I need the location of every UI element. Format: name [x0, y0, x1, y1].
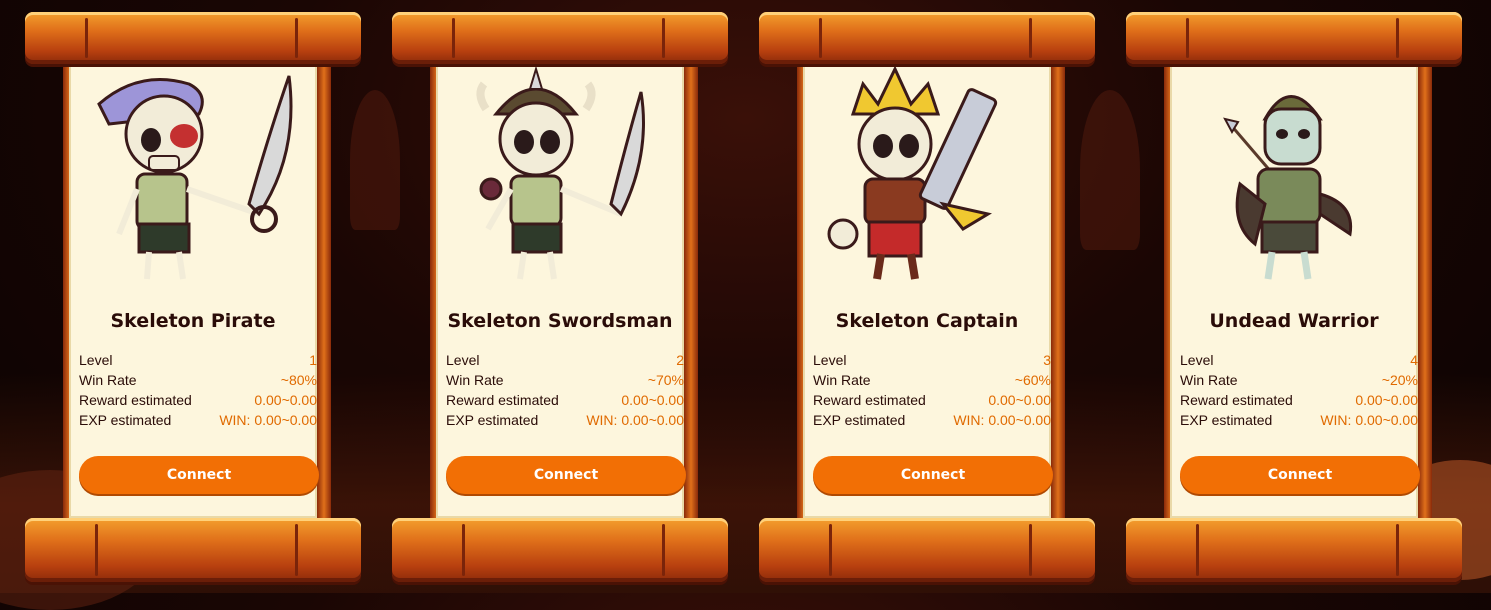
character-stats: Level 4 Win Rate ~20% Reward estimated 0.00… [1180, 350, 1418, 430]
stat-row-level: Level 3 [813, 350, 1051, 370]
scroll-pillar [1418, 60, 1432, 520]
stat-row-reward: Reward estimated 0.00~0.00 [813, 390, 1051, 410]
stat-value: ~60% [1014, 372, 1051, 388]
stat-label: Win Rate [446, 372, 504, 388]
character-name: Skeleton Pirate [110, 310, 276, 332]
scroll-top-roll [1126, 12, 1462, 64]
scroll-bottom-roll [759, 518, 1095, 582]
scroll-bottom-roll [25, 518, 361, 582]
stat-row-level: Level 2 [446, 350, 684, 370]
character-card-undead-warrior: Undead Warrior Level 4 Win Rate ~20% Rewar… [1126, 12, 1462, 584]
stat-row-exp: EXP estimated WIN: 0.00~0.00 [79, 410, 317, 430]
scroll-pillar [317, 60, 331, 520]
undead-warrior-icon [1223, 95, 1353, 280]
stat-row-reward: Reward estimated 0.00~0.00 [79, 390, 317, 410]
stat-value: 0.00~0.00 [254, 392, 317, 408]
character-name: Skeleton Swordsman [447, 310, 673, 332]
stat-row-reward: Reward estimated 0.00~0.00 [446, 390, 684, 410]
parchment-panel: Undead Warrior Level 4 Win Rate ~20% Rewar… [1170, 64, 1420, 518]
stat-value: WIN: 0.00~0.00 [953, 412, 1051, 428]
skeleton-captain-icon [827, 65, 998, 280]
stat-value: WIN: 0.00~0.00 [586, 412, 684, 428]
character-stats: Level 1 Win Rate ~80% Reward estimated 0.00… [79, 350, 317, 430]
stat-label: Level [446, 352, 480, 368]
stat-row-level: Level 1 [79, 350, 317, 370]
stat-value: 0.00~0.00 [988, 392, 1051, 408]
stat-label: Reward estimated [813, 392, 926, 408]
character-card-skeleton-swordsman: Skeleton Swordsman Level 2 Win Rate ~70% R… [392, 12, 728, 584]
stat-value: 0.00~0.00 [621, 392, 684, 408]
scroll-top-roll [25, 12, 361, 64]
stat-label: Win Rate [813, 372, 871, 388]
stat-label: Win Rate [1180, 372, 1238, 388]
connect-button[interactable]: Connect [1180, 456, 1420, 494]
character-stats: Level 2 Win Rate ~70% Reward estimated 0.00… [446, 350, 684, 430]
stat-label: Level [1180, 352, 1214, 368]
stat-value: 4 [1410, 352, 1418, 368]
connect-button[interactable]: Connect [813, 456, 1053, 494]
scroll-bottom-roll [1126, 518, 1462, 582]
scroll-top-roll [759, 12, 1095, 64]
stat-value: ~20% [1381, 372, 1418, 388]
stat-value: WIN: 0.00~0.00 [1320, 412, 1418, 428]
stat-value: WIN: 0.00~0.00 [219, 412, 317, 428]
stat-label: EXP estimated [79, 412, 172, 428]
stat-row-level: Level 4 [1180, 350, 1418, 370]
stat-row-reward: Reward estimated 0.00~0.00 [1180, 390, 1418, 410]
stat-label: Reward estimated [79, 392, 192, 408]
stat-row-exp: EXP estimated WIN: 0.00~0.00 [1180, 410, 1418, 430]
parchment-panel: Skeleton Swordsman Level 2 Win Rate ~70% R… [436, 64, 686, 518]
stat-label: Win Rate [79, 372, 137, 388]
connect-button[interactable]: Connect [446, 456, 686, 494]
stat-row-win-rate: Win Rate ~70% [446, 370, 684, 390]
skeleton-swordsman-icon [476, 65, 645, 280]
stat-row-win-rate: Win Rate ~80% [79, 370, 317, 390]
stat-label: Reward estimated [1180, 392, 1293, 408]
stat-label: EXP estimated [1180, 412, 1273, 428]
stat-label: EXP estimated [446, 412, 539, 428]
character-card-skeleton-captain: Skeleton Captain Level 3 Win Rate ~60% Rew… [759, 12, 1095, 584]
character-card-skeleton-pirate: Skeleton Pirate Level 1 Win Rate ~80% Rewa… [25, 12, 361, 584]
scroll-pillar [1051, 60, 1065, 520]
stat-row-win-rate: Win Rate ~60% [813, 370, 1051, 390]
parchment-panel: Skeleton Captain Level 3 Win Rate ~60% Rew… [803, 64, 1053, 518]
stat-label: Level [813, 352, 847, 368]
stat-value: 2 [676, 352, 684, 368]
scroll-pillar [684, 60, 698, 520]
stat-value: 1 [309, 352, 317, 368]
stat-value: ~80% [280, 372, 317, 388]
scroll-top-roll [392, 12, 728, 64]
stat-label: EXP estimated [813, 412, 906, 428]
stat-row-win-rate: Win Rate ~20% [1180, 370, 1418, 390]
character-name: Skeleton Captain [835, 310, 1019, 332]
skeleton-pirate-icon [97, 75, 293, 280]
stat-label: Reward estimated [446, 392, 559, 408]
stat-row-exp: EXP estimated WIN: 0.00~0.00 [446, 410, 684, 430]
character-name: Undead Warrior [1209, 310, 1379, 332]
stat-value: 0.00~0.00 [1355, 392, 1418, 408]
parchment-panel: Skeleton Pirate Level 1 Win Rate ~80% Rewa… [69, 64, 319, 518]
stat-label: Level [79, 352, 113, 368]
character-stats: Level 3 Win Rate ~60% Reward estimated 0.00… [813, 350, 1051, 430]
scroll-bottom-roll [392, 518, 728, 582]
connect-button[interactable]: Connect [79, 456, 319, 494]
stat-value: 3 [1043, 352, 1051, 368]
stat-value: ~70% [647, 372, 684, 388]
stat-row-exp: EXP estimated WIN: 0.00~0.00 [813, 410, 1051, 430]
